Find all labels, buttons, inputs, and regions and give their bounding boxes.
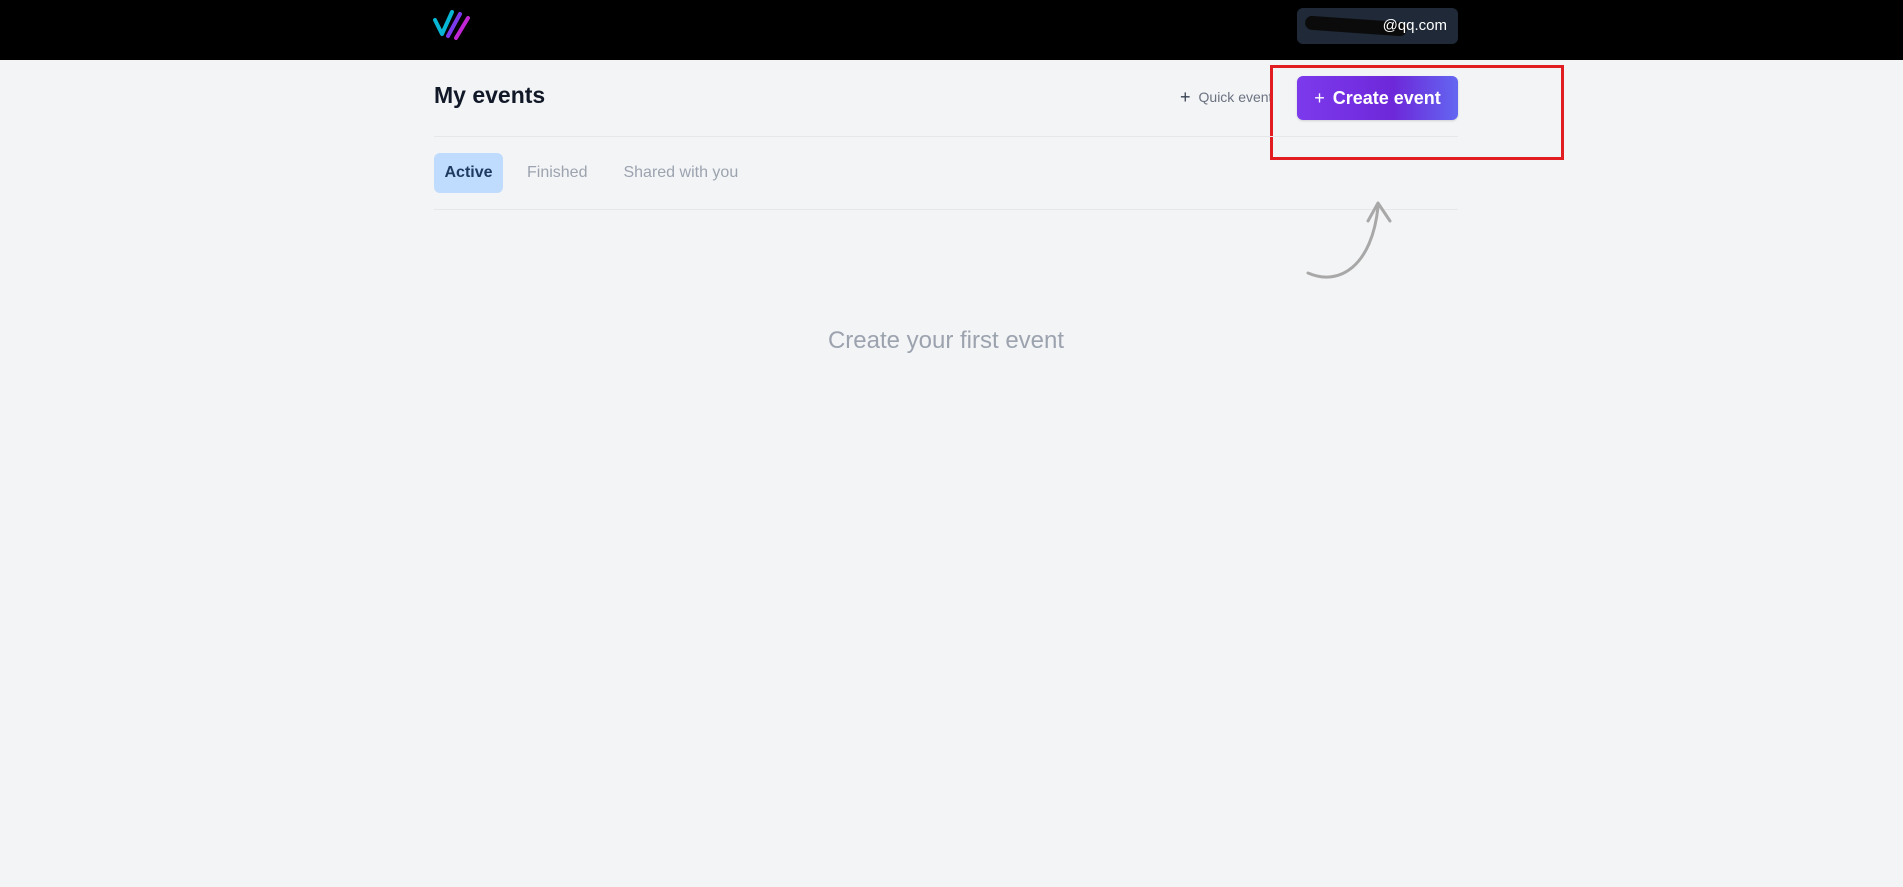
page-title: My events [434, 82, 546, 108]
create-event-button[interactable]: + Create event [1297, 76, 1458, 120]
tab-finished[interactable]: Finished [515, 153, 599, 193]
header-divider [434, 136, 1458, 137]
curved-arrow-icon [1306, 201, 1392, 279]
create-event-label: Create event [1332, 87, 1441, 108]
stripes-logo-icon[interactable] [432, 8, 472, 40]
tab-active[interactable]: Active [434, 153, 503, 193]
top-navbar: @qq.com [0, 0, 1903, 60]
user-email: @qq.com [1382, 17, 1447, 34]
plus-icon: + [1180, 87, 1191, 107]
quick-event-label: Quick event [1198, 89, 1273, 105]
plus-icon: + [1314, 87, 1325, 108]
empty-state-message: Create your first event [827, 327, 1065, 354]
quick-event-button[interactable]: + Quick event [1180, 86, 1272, 108]
event-tabs: Active Finished Shared with you [434, 153, 750, 193]
tab-shared-with-you[interactable]: Shared with you [611, 153, 750, 193]
user-account-button[interactable]: @qq.com [1297, 8, 1458, 44]
